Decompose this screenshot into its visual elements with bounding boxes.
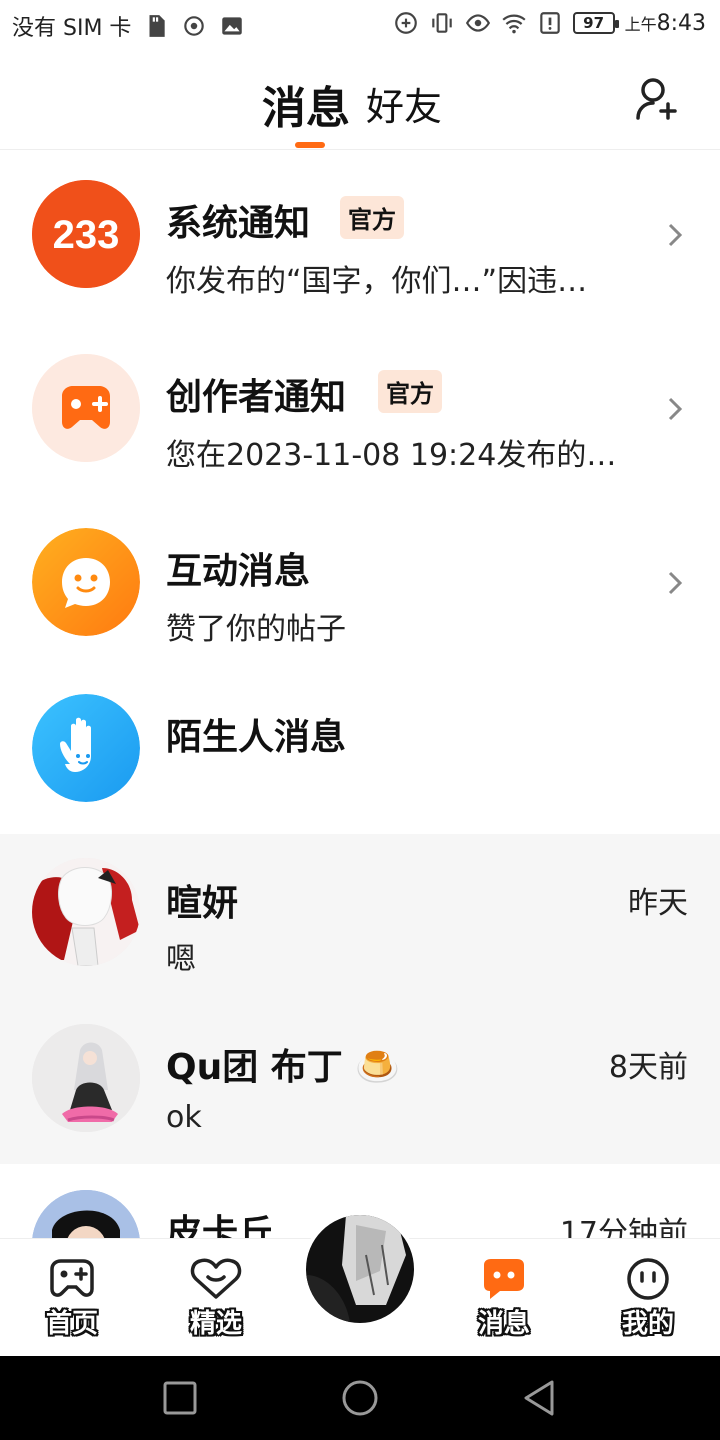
eye-icon [465, 14, 490, 32]
add-friend-icon[interactable] [632, 74, 682, 124]
nav-mine[interactable]: 我的 [603, 1257, 693, 1340]
chat-row[interactable]: 暄妍 嗯 昨天 [0, 834, 720, 998]
chevron-right-icon [668, 571, 683, 595]
chat-name-text: Qu团 布丁 [166, 1047, 343, 1088]
status-bar: 没有 SIM 卡 97 上午 8:43 [0, 0, 720, 50]
nav-mine-label: 我的 [621, 1309, 674, 1339]
heart-icon [190, 1258, 242, 1299]
nav-home-label: 首页 [45, 1309, 98, 1339]
chat-last-message: 嗯 [166, 942, 196, 977]
avatar [306, 1215, 414, 1323]
row-subtitle: 你发布的“国字，你们…”因违… [166, 264, 588, 299]
interaction-notification-row[interactable]: 互动消息 赞了你的帖子 [0, 498, 720, 664]
vibrate-icon [431, 13, 452, 33]
chat-bubble-icon [484, 1259, 524, 1299]
svg-text:233: 233 [53, 213, 120, 257]
nav-featured-label: 精选 [189, 1309, 242, 1339]
tab-friends[interactable]: 好友 [366, 76, 442, 131]
chat-last-message: ok [166, 1100, 202, 1135]
wifi-icon [502, 14, 526, 34]
row-title: 创作者通知 [166, 377, 347, 418]
home-icon[interactable] [340, 1378, 380, 1418]
sd-card-icon [149, 15, 166, 37]
data-saver-icon [394, 12, 417, 34]
nav-messages-label: 消息 [477, 1309, 530, 1339]
chat-time: 8天前 [608, 1050, 688, 1085]
chevron-right-icon [668, 223, 683, 247]
nav-messages[interactable]: 消息 [459, 1257, 549, 1340]
status-left: 没有 SIM 卡 [12, 10, 245, 42]
alert-icon [539, 12, 560, 34]
row-title: 系统通知 [166, 203, 311, 244]
chat-row[interactable]: Qu团 布丁 🍮 ok 8天前 [0, 998, 720, 1164]
pudding-emoji: 🍮 [355, 1047, 401, 1088]
chat-bubble-icon [32, 528, 140, 636]
row-title: 互动消息 [166, 551, 311, 592]
official-badge: 官方 [378, 370, 442, 413]
location-icon [184, 16, 205, 36]
status-right: 97 上午 8:43 [393, 10, 706, 36]
waving-hand-icon [32, 694, 140, 802]
active-tab-indicator [295, 142, 325, 148]
row-subtitle: 您在2023-11-08 19:24发布的… [166, 438, 617, 473]
stranger-messages-row[interactable]: 陌生人消息 [0, 664, 720, 834]
time-prefix: 上午 [624, 14, 657, 34]
tab-messages[interactable]: 消息 [262, 72, 350, 136]
header: 消息 好友 [0, 50, 720, 150]
chat-name: 皮卡丘 [166, 1213, 275, 1238]
chevron-right-icon [668, 397, 683, 421]
image-icon [222, 17, 243, 35]
back-icon[interactable] [520, 1378, 560, 1418]
creator-notification-row[interactable]: 创作者通知 官方 您在2023-11-08 19:24发布的… [0, 324, 720, 498]
gamepad-icon [50, 1259, 94, 1297]
chat-name: Qu团 布丁 🍮 [166, 1038, 400, 1090]
avatar [32, 1024, 140, 1132]
recents-icon[interactable] [160, 1378, 200, 1418]
gamepad-icon [32, 354, 140, 462]
clock: 8:43 [656, 10, 706, 36]
smiley-face-icon [627, 1258, 669, 1300]
row-subtitle: 赞了你的帖子 [166, 612, 346, 647]
233-logo-icon: 233 [32, 180, 140, 288]
avatar [32, 858, 140, 966]
row-title: 陌生人消息 [166, 717, 347, 758]
center-avatar-button[interactable] [302, 1211, 418, 1327]
system-nav-bar [0, 1356, 720, 1440]
carrier-text: 没有 SIM 卡 [12, 16, 132, 41]
bottom-nav: 首页 精选 消息 我的 [0, 1211, 720, 1356]
avatar [32, 1190, 140, 1238]
nav-featured[interactable]: 精选 [171, 1257, 261, 1340]
official-badge: 官方 [340, 196, 404, 239]
system-notification-row[interactable]: 233 系统通知 官方 你发布的“国字，你们…”因违… [0, 150, 720, 324]
chat-name: 暄妍 [166, 883, 239, 924]
battery-indicator: 97 [572, 12, 619, 34]
nav-home[interactable]: 首页 [27, 1257, 117, 1340]
chat-time: 17分钟前 [559, 1216, 688, 1238]
chat-time: 昨天 [628, 886, 688, 921]
